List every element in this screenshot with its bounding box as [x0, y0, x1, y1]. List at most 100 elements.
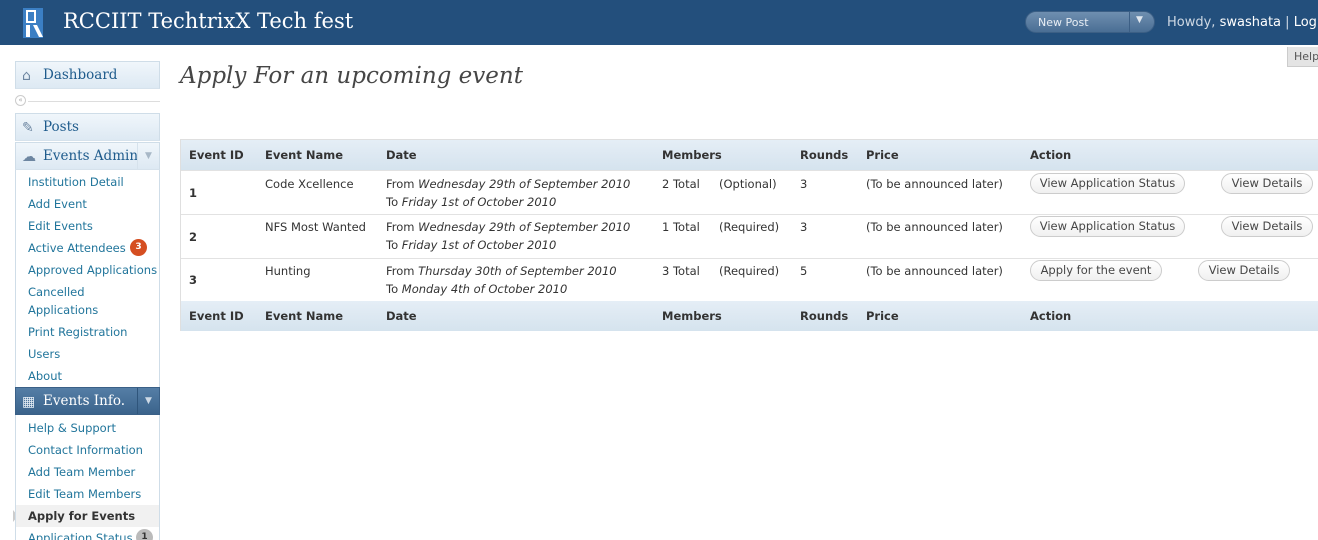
menu-dashboard[interactable]: ⌂ Dashboard — [15, 61, 160, 89]
from-date: Thursday 30th of September 2010 — [418, 264, 617, 278]
event-date-to: To Monday 4th of October 2010 — [386, 282, 567, 296]
events-table: Event ID Event Name Date Members Rounds … — [180, 139, 1318, 331]
menu-events-info-label: Events Info. — [43, 393, 126, 409]
calendar-icon: ▦ — [22, 394, 36, 410]
log-out-link[interactable]: Log — [1294, 15, 1317, 30]
column-footer-rounds[interactable]: Rounds — [800, 309, 848, 323]
event-name: NFS Most Wanted — [265, 220, 366, 234]
event-id: 3 — [189, 273, 198, 287]
view-application-status-button[interactable]: View Application Status — [1030, 216, 1185, 237]
submenu-print-registration[interactable]: Print Registration — [28, 325, 127, 339]
pushpin-icon: ✎ — [22, 120, 34, 136]
from-label: From — [386, 220, 415, 234]
rounds: 5 — [800, 264, 808, 278]
to-date: Monday 4th of October 2010 — [401, 282, 568, 296]
to-date: Friday 1st of October 2010 — [401, 238, 557, 252]
members-type: (Required) — [719, 220, 780, 234]
submenu-cancelled-applications[interactable]: Applications — [28, 303, 98, 317]
from-label: From — [386, 177, 415, 191]
submenu-edit-team-members[interactable]: Edit Team Members — [28, 487, 141, 501]
column-footer-action[interactable]: Action — [1030, 309, 1071, 323]
column-footer-event-name[interactable]: Event Name — [265, 309, 343, 323]
site-logo-icon[interactable] — [22, 6, 46, 42]
column-header-price[interactable]: Price — [866, 148, 899, 162]
user-greeting: Howdy, swashata | Log — [1167, 15, 1317, 30]
column-header-event-name[interactable]: Event Name — [265, 148, 343, 162]
column-header-date[interactable]: Date — [386, 148, 417, 162]
submenu-active-attendees[interactable]: Active Attendees — [28, 241, 126, 255]
view-details-button[interactable]: View Details — [1221, 173, 1313, 194]
divider — [28, 101, 160, 102]
members-type: (Required) — [719, 264, 780, 278]
menu-posts[interactable]: ✎ Posts — [15, 113, 160, 141]
members-total: 2 Total — [662, 177, 700, 191]
home-icon: ⌂ — [22, 68, 31, 84]
submenu-application-status[interactable]: Application Status — [28, 531, 133, 540]
rounds: 3 — [800, 220, 808, 234]
separator: | — [1285, 15, 1290, 30]
dropdown-arrow-icon[interactable]: ▼ — [1136, 15, 1143, 25]
new-post-button[interactable]: New Post ▼ — [1025, 11, 1155, 33]
howdy-text: Howdy, — [1167, 15, 1216, 30]
submenu-institution-detail[interactable]: Institution Detail — [28, 175, 124, 189]
admin-header: RCCIIT TechtrixX Tech fest New Post ▼ Ho… — [0, 0, 1318, 45]
site-title[interactable]: RCCIIT TechtrixX Tech fest — [63, 9, 353, 33]
column-footer-date[interactable]: Date — [386, 309, 417, 323]
view-details-button[interactable]: View Details — [1198, 260, 1290, 281]
column-header-rounds[interactable]: Rounds — [800, 148, 848, 162]
members-total: 3 Total — [662, 264, 700, 278]
column-header-action[interactable]: Action — [1030, 148, 1071, 162]
submenu-users[interactable]: Users — [28, 347, 60, 361]
to-date: Friday 1st of October 2010 — [401, 195, 557, 209]
submenu-approved-applications[interactable]: Approved Applications — [28, 263, 157, 277]
from-date: Wednesday 29th of September 2010 — [418, 177, 631, 191]
divider — [1129, 12, 1130, 32]
events-admin-icon: ☁ — [22, 149, 36, 165]
username-link[interactable]: swashata — [1220, 15, 1281, 30]
menu-dashboard-label: Dashboard — [43, 67, 118, 83]
column-header-members[interactable]: Members — [662, 148, 722, 162]
menu-events-admin[interactable]: ☁ Events Admin ▼ — [15, 142, 160, 170]
menu-events-admin-label: Events Admin — [43, 148, 139, 164]
column-footer-members[interactable]: Members — [662, 309, 722, 323]
event-name: Hunting — [265, 264, 311, 278]
submenu-add-team-member[interactable]: Add Team Member — [28, 465, 135, 479]
count-badge: 1 — [136, 529, 153, 540]
column-footer-price[interactable]: Price — [866, 309, 899, 323]
event-date-to: To Friday 1st of October 2010 — [386, 238, 556, 252]
members-type: (Optional) — [719, 177, 777, 191]
submenu-apply-for-events[interactable]: Apply for Events — [15, 505, 160, 527]
page-title: Apply For an upcoming event — [180, 63, 523, 89]
menu-events-info[interactable]: ▦ Events Info. ▼ — [15, 387, 160, 415]
apply-for-event-button[interactable]: Apply for the event — [1030, 260, 1162, 281]
from-date: Wednesday 29th of September 2010 — [418, 220, 631, 234]
table-row: 1 Code Xcellence From Wednesday 29th of … — [181, 170, 1318, 214]
price: (To be announced later) — [866, 177, 1003, 191]
event-id: 1 — [189, 186, 198, 200]
event-id: 2 — [189, 230, 198, 244]
submenu-contact-information[interactable]: Contact Information — [28, 443, 143, 457]
price: (To be announced later) — [866, 264, 1003, 278]
column-header-event-id[interactable]: Event ID — [189, 148, 244, 162]
submenu-apply-for-events-label: Apply for Events — [28, 509, 136, 523]
help-tab[interactable]: Help — [1287, 47, 1318, 67]
column-footer-event-id[interactable]: Event ID — [189, 309, 244, 323]
from-label: From — [386, 264, 415, 278]
event-name: Code Xcellence — [265, 177, 354, 191]
view-application-status-button[interactable]: View Application Status — [1030, 173, 1185, 194]
expand-toggle-icon[interactable]: ▼ — [137, 143, 159, 169]
collapse-menu-icon[interactable]: « — [15, 95, 26, 106]
submenu-help-support[interactable]: Help & Support — [28, 421, 116, 435]
submenu-cancelled[interactable]: Cancelled — [28, 285, 85, 299]
to-label: To — [386, 238, 399, 252]
event-date-from: From Wednesday 29th of September 2010 — [386, 220, 630, 234]
submenu-about[interactable]: About — [28, 369, 62, 383]
members-total: 1 Total — [662, 220, 700, 234]
expand-toggle-icon[interactable]: ▼ — [137, 388, 159, 414]
price: (To be announced later) — [866, 220, 1003, 234]
view-details-button[interactable]: View Details — [1221, 216, 1313, 237]
table-footer: Event ID Event Name Date Members Rounds … — [181, 301, 1318, 331]
table-row: 2 NFS Most Wanted From Wednesday 29th of… — [181, 214, 1318, 258]
submenu-edit-events[interactable]: Edit Events — [28, 219, 93, 233]
submenu-add-event[interactable]: Add Event — [28, 197, 87, 211]
